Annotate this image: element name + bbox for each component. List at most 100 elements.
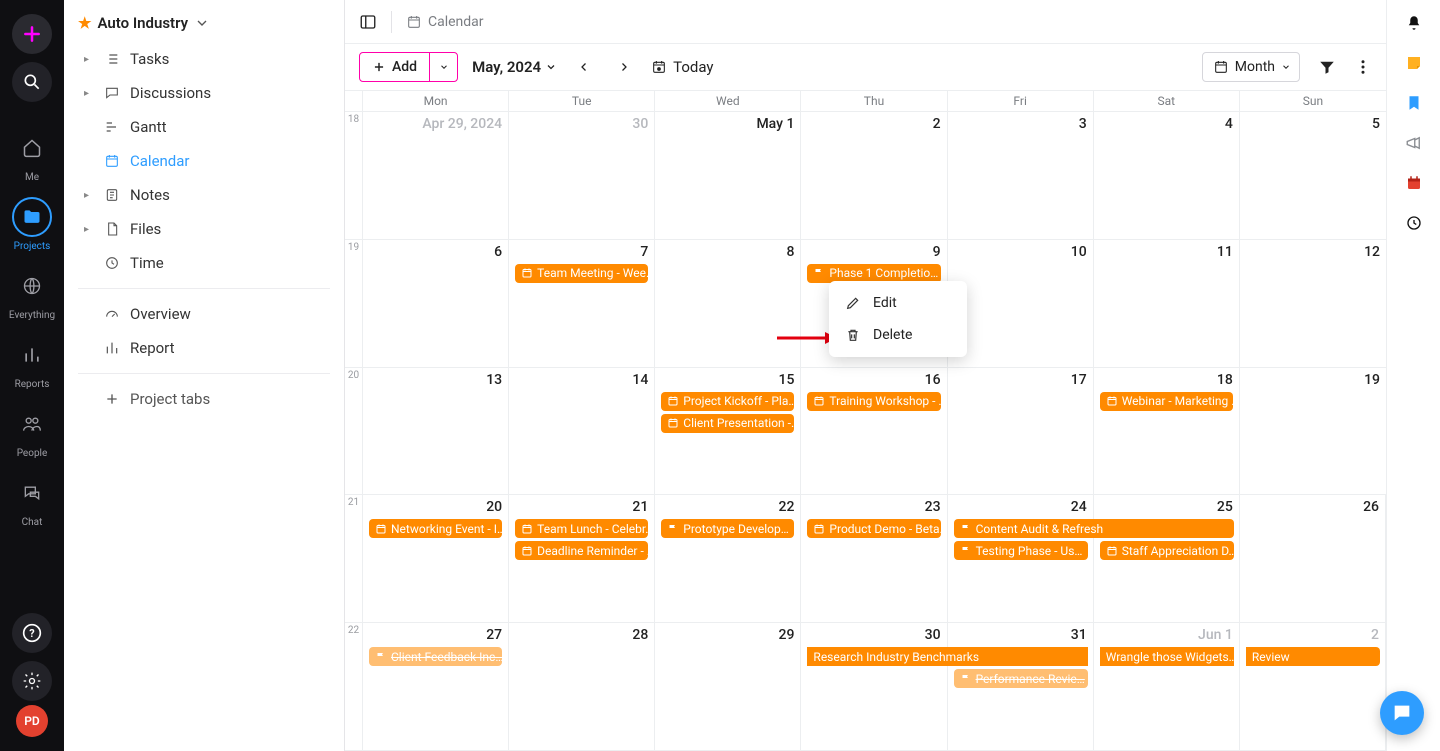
context-edit[interactable]: Edit (829, 287, 967, 319)
projects-nav[interactable] (12, 197, 52, 237)
sidebar-item-label: Project tabs (130, 390, 210, 408)
calendar-day[interactable]: 10 (948, 240, 1094, 367)
panel-toggle-icon[interactable] (359, 13, 377, 31)
prev-month-button[interactable] (571, 54, 597, 80)
bell-icon[interactable] (1405, 14, 1423, 32)
calendar-day[interactable]: Jun 1 (1094, 623, 1240, 750)
calendar-event[interactable]: Training Workshop - … (807, 392, 940, 411)
today-button[interactable]: Today (651, 58, 713, 76)
sidebar-item-calendar[interactable]: ▸ Calendar (64, 144, 344, 178)
calendar-event[interactable]: Prototype Develop… (661, 519, 794, 538)
day-number: 8 (661, 244, 794, 260)
calendar-day[interactable]: 21Team Lunch - Celebr…Deadline Reminder … (509, 495, 655, 622)
project-title[interactable]: ★ Auto Industry (64, 14, 344, 42)
calendar-day[interactable]: 3 (948, 112, 1094, 239)
day-number: Jun 1 (1100, 627, 1233, 643)
calendar-day[interactable]: 30 (801, 623, 947, 750)
calendar-day[interactable]: 14 (509, 368, 655, 495)
add-button[interactable]: Add (360, 53, 429, 81)
settings-button[interactable] (12, 661, 52, 701)
calendar-event[interactable]: Staff Appreciation D… (1100, 541, 1234, 560)
calendar-day[interactable]: 12 (1240, 240, 1386, 367)
search-button[interactable] (12, 62, 52, 102)
sidebar-item-notes[interactable]: ▸ Notes (64, 178, 344, 212)
calendar-day[interactable]: 18Webinar - Marketing … (1094, 368, 1240, 495)
sidebar-item-gantt[interactable]: ▸ Gantt (64, 110, 344, 144)
calendar-event[interactable]: Wrangle those Widgets… (1100, 647, 1234, 666)
calendar-day[interactable]: 28 (509, 623, 655, 750)
global-add-button[interactable] (12, 14, 52, 54)
calendar-day[interactable]: 8 (655, 240, 801, 367)
calendar-event[interactable]: Testing Phase - Us… (954, 541, 1088, 560)
calendar-day[interactable]: 29 (655, 623, 801, 750)
bookmark-icon[interactable] (1405, 94, 1423, 112)
everything-nav[interactable] (12, 266, 52, 306)
calendar-event[interactable]: Deadline Reminder - … (515, 541, 648, 560)
people-nav[interactable] (12, 404, 52, 444)
calendar-event[interactable]: Client Feedback Inc… (369, 647, 502, 666)
calendar-day[interactable]: 2 (1240, 623, 1386, 750)
calendar-day[interactable]: 6 (363, 240, 509, 367)
calendar-event[interactable]: Team Lunch - Celebr… (515, 519, 648, 538)
file-icon (104, 221, 120, 237)
megaphone-icon[interactable] (1405, 134, 1423, 152)
me-nav[interactable] (12, 128, 52, 168)
breadcrumb[interactable]: Calendar (406, 14, 484, 30)
more-icon[interactable] (1354, 58, 1372, 76)
chat-nav[interactable] (12, 473, 52, 513)
list-icon (104, 51, 120, 67)
filter-icon[interactable] (1318, 58, 1336, 76)
sidebar-item-time[interactable]: ▸ Time (64, 246, 344, 280)
calendar-event[interactable]: Performance Revie… (954, 669, 1088, 688)
calendar-day[interactable]: 19 (1240, 368, 1386, 495)
calendar-day[interactable]: 2 (801, 112, 947, 239)
calendar-event[interactable]: Phase 1 Completio… (807, 264, 940, 283)
calendar-event[interactable]: Content Audit & Refresh (954, 519, 1234, 538)
sidebar-item-report[interactable]: ▸ Report (64, 331, 344, 365)
sidebar-item-files[interactable]: ▸ Files (64, 212, 344, 246)
calendar-day[interactable]: 23Product Demo - Beta… (801, 495, 947, 622)
calendar-day[interactable]: 13 (363, 368, 509, 495)
user-avatar[interactable]: PD (16, 705, 48, 737)
calendar-event[interactable]: Project Kickoff - Pla… (661, 392, 794, 411)
calendar-day[interactable]: 4 (1094, 112, 1240, 239)
calendar-day[interactable]: 26 (1240, 495, 1386, 622)
calendar-day[interactable]: 11 (1094, 240, 1240, 367)
calendar-event[interactable]: Product Demo - Beta… (807, 519, 940, 538)
calendar-day[interactable]: May 1 (655, 112, 801, 239)
calendar-event[interactable]: Networking Event - I… (369, 519, 502, 538)
month-picker[interactable]: May, 2024 (472, 58, 557, 76)
calendar-day[interactable]: Apr 29, 2024 (363, 112, 509, 239)
calendar-day[interactable]: 15Project Kickoff - Pla…Client Presentat… (655, 368, 801, 495)
add-caret-button[interactable] (429, 53, 457, 81)
dow-label: Sat (1094, 91, 1240, 111)
day-number: 11 (1100, 244, 1233, 260)
calendar-day[interactable]: 17 (948, 368, 1094, 495)
sticky-note-icon[interactable] (1405, 54, 1423, 72)
view-selector[interactable]: Month (1202, 52, 1300, 82)
project-tabs-button[interactable]: ▸ Project tabs (64, 382, 344, 416)
calendar-day[interactable]: 20Networking Event - I… (363, 495, 509, 622)
clock-icon[interactable] (1405, 214, 1423, 232)
calendar-day[interactable]: 7Team Meeting - Wee… (509, 240, 655, 367)
calendar-event[interactable]: Team Meeting - Wee… (515, 264, 648, 283)
calendar-event[interactable]: Research Industry Benchmarks (807, 647, 1087, 666)
support-chat-button[interactable] (1380, 691, 1424, 735)
calendar-day[interactable]: 22Prototype Develop… (655, 495, 801, 622)
calendar-event[interactable]: Webinar - Marketing … (1100, 392, 1233, 411)
everything-label: Everything (9, 310, 55, 321)
reports-nav[interactable] (12, 335, 52, 375)
context-delete[interactable]: Delete (829, 319, 967, 351)
sidebar-item-discussions[interactable]: ▸ Discussions (64, 76, 344, 110)
calendar-day[interactable]: 27Client Feedback Inc… (363, 623, 509, 750)
calendar-day[interactable]: 5 (1240, 112, 1386, 239)
calendar-day[interactable]: 30 (509, 112, 655, 239)
next-month-button[interactable] (611, 54, 637, 80)
calendar-icon[interactable] (1405, 174, 1423, 192)
sidebar-item-tasks[interactable]: ▸ Tasks (64, 42, 344, 76)
calendar-event[interactable]: Review (1246, 647, 1380, 666)
help-button[interactable]: ? (12, 613, 52, 653)
sidebar-item-overview[interactable]: ▸ Overview (64, 297, 344, 331)
calendar-day[interactable]: 16Training Workshop - … (801, 368, 947, 495)
calendar-event[interactable]: Client Presentation -… (661, 414, 794, 433)
